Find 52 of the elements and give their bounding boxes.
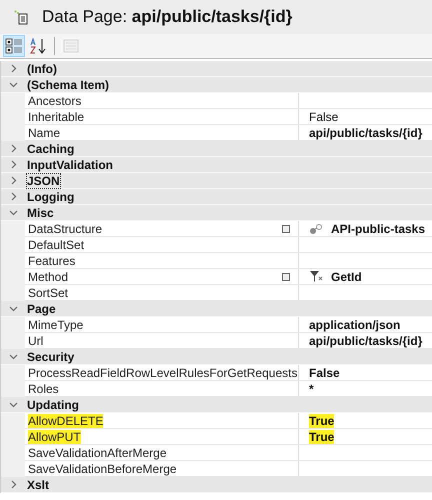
document-icon	[14, 10, 28, 24]
collapse-chevron-icon[interactable]	[8, 352, 18, 361]
filter-icon	[309, 270, 323, 283]
property-value[interactable]: True	[309, 430, 334, 444]
editor-button[interactable]	[282, 272, 290, 280]
property-name[interactable]: SortSet	[28, 286, 68, 300]
collapse-chevron-icon[interactable]	[8, 208, 18, 217]
collapse-chevron-icon[interactable]	[8, 304, 18, 313]
property-name[interactable]: ProcessReadFieldRowLevelRulesForGetRequests	[28, 366, 298, 380]
category-label[interactable]: Xslt	[27, 478, 50, 492]
category-label[interactable]: Caching	[27, 142, 74, 156]
category-label[interactable]: JSON	[27, 174, 60, 188]
category-label[interactable]: (Schema Item)	[27, 78, 110, 92]
property-name[interactable]: MimeType	[28, 318, 84, 332]
property-name[interactable]: Method	[28, 270, 68, 284]
property-value[interactable]: True	[309, 414, 334, 428]
property-name[interactable]: SaveValidationAfterMerge	[28, 446, 167, 460]
category-label[interactable]: Page	[27, 302, 56, 316]
link-icon	[309, 222, 323, 234]
property-name[interactable]: AllowPUT	[28, 430, 81, 444]
categorized-view-button[interactable]	[3, 35, 25, 57]
property-value[interactable]: False	[309, 366, 340, 380]
header-label: Data Page:	[42, 7, 128, 26]
header-title: api/public/tasks/{id}	[132, 7, 292, 26]
category-label[interactable]: Updating	[27, 398, 79, 412]
expand-chevron-icon[interactable]	[8, 480, 18, 489]
property-name[interactable]: Roles	[28, 382, 59, 396]
property-value[interactable]: API-public-tasks	[331, 222, 426, 236]
category-label[interactable]: Security	[27, 350, 74, 364]
property-name[interactable]: Features	[28, 254, 76, 268]
editor-button[interactable]	[282, 224, 290, 232]
collapse-chevron-icon[interactable]	[8, 400, 18, 409]
property-name[interactable]: Inheritable	[28, 110, 84, 124]
property-value[interactable]: False	[309, 110, 338, 124]
category-label[interactable]: Logging	[27, 190, 74, 204]
category-label[interactable]: InputValidation	[27, 158, 113, 172]
property-value[interactable]: api/public/tasks/{id}	[309, 334, 422, 348]
property-value[interactable]: GetId	[331, 270, 362, 284]
property-name[interactable]: Name	[28, 126, 60, 140]
property-name[interactable]: DataStructure	[28, 222, 102, 236]
property-name[interactable]: Ancestors	[28, 94, 82, 108]
category-label[interactable]: Misc	[27, 206, 54, 220]
property-value[interactable]: application/json	[309, 318, 400, 332]
property-value[interactable]: api/public/tasks/{id}	[309, 126, 422, 140]
property-name[interactable]: Url	[28, 334, 44, 348]
property-name[interactable]: DefaultSet	[28, 238, 84, 252]
property-name[interactable]: AllowDELETE	[28, 414, 104, 428]
expand-chevron-icon[interactable]	[8, 64, 18, 73]
category-label[interactable]: (Info)	[27, 62, 57, 76]
property-name[interactable]: SaveValidationBeforeMerge	[28, 462, 177, 476]
property-value[interactable]: *	[309, 382, 314, 396]
collapse-chevron-icon[interactable]	[8, 80, 18, 89]
